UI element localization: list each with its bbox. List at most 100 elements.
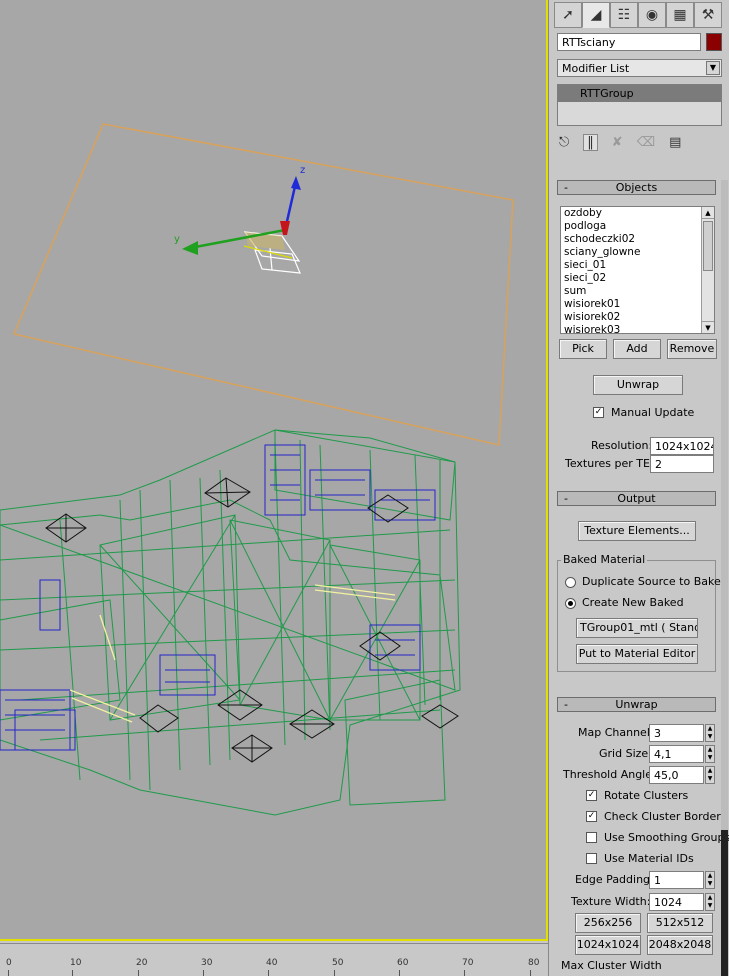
collapse-icon: - [564, 698, 568, 711]
threshold-angle-field[interactable]: 45,0 [649, 766, 704, 784]
threshold-angle-spinner[interactable]: ▲ ▼ [705, 766, 715, 784]
objects-list[interactable]: ozdoby podloga schodeczki02 sciany_glown… [560, 206, 715, 334]
timeline-tick-label: 10 [70, 958, 82, 968]
textures-per-te-field[interactable]: 2 [650, 455, 714, 473]
resolution-field[interactable]: 1024x1024 [650, 437, 714, 455]
y-axis-label: y [174, 234, 180, 245]
size-256-button[interactable]: 256x256 [575, 913, 641, 933]
collapse-icon: - [564, 181, 568, 194]
stack-toolbar: ⎋ ‖ ✘ ⌫ ▤ [559, 131, 719, 153]
collapse-icon: - [564, 492, 568, 505]
object-color-swatch[interactable] [706, 33, 722, 51]
create-new-baked-label: Create New Baked [582, 596, 684, 609]
texture-width-field[interactable]: 1024 [649, 893, 704, 911]
output-title: Output [617, 492, 656, 505]
objects-rollout-header[interactable]: - Objects [557, 180, 716, 195]
create-icon[interactable]: ➚ [554, 2, 582, 28]
resolution-label: Resolution: [591, 439, 653, 452]
configure-sets-icon[interactable]: ▤ [669, 135, 681, 150]
texture-width-spinner[interactable]: ▲ ▼ [705, 893, 715, 911]
modifier-stack: RTTGroup [557, 84, 722, 126]
edge-padding-spinner[interactable]: ▲ ▼ [705, 871, 715, 889]
grid-size-spinner[interactable]: ▲ ▼ [705, 745, 715, 763]
scroll-down-icon[interactable]: ▼ [702, 321, 714, 333]
use-smoothing-groups-checkbox[interactable] [586, 832, 597, 843]
list-item[interactable]: ozdoby [561, 207, 714, 220]
rotate-clusters-checkbox[interactable]: ✓ [586, 790, 597, 801]
texture-elements-button[interactable]: Texture Elements... [578, 521, 696, 541]
pick-button[interactable]: Pick [559, 339, 607, 359]
display-icon[interactable]: ▦ [666, 2, 694, 28]
command-panel: ➚ ◢ ☷ ◉ ▦ ⚒ RTTsciany Modifier List ▼ RT… [548, 0, 729, 976]
scrollbar-thumb[interactable] [703, 221, 713, 271]
texture-width-label: Texture Width: [571, 895, 651, 908]
timeline-ruler[interactable]: 0 10 20 30 40 50 60 70 80 [0, 943, 548, 976]
make-unique-icon[interactable]: ✘ [612, 135, 623, 150]
panel-scrollbar[interactable] [721, 180, 728, 976]
timeline-tick [334, 970, 335, 976]
remove-modifier-icon[interactable]: ⌫ [637, 135, 655, 150]
list-item[interactable]: sieci_01 [561, 259, 714, 272]
panel-scrollbar-thumb[interactable] [721, 830, 728, 976]
perspective-viewport[interactable]: z y [0, 0, 548, 941]
timeline-tick-label: 80 [528, 958, 540, 968]
building-wireframe [0, 429, 461, 816]
timeline-tick-label: 40 [266, 958, 278, 968]
show-end-result-icon[interactable]: ‖ [583, 133, 598, 151]
grid-size-label: Grid Size: [599, 747, 652, 760]
list-item[interactable]: podloga [561, 220, 714, 233]
objects-title: Objects [615, 181, 658, 194]
use-material-ids-checkbox[interactable] [586, 853, 597, 864]
manual-update-checkbox[interactable]: ✓ [593, 407, 604, 418]
check-cluster-border-label: Check Cluster Border [604, 810, 721, 823]
map-channel-field[interactable]: 3 [649, 724, 704, 742]
list-item[interactable]: wisiorek01 [561, 298, 714, 311]
rtt-plane-outline [12, 123, 514, 446]
list-item[interactable]: wisiorek02 [561, 311, 714, 324]
viewport-scene[interactable]: z y [0, 0, 548, 941]
timeline-tick [138, 970, 139, 976]
edge-padding-field[interactable]: 1 [649, 871, 704, 889]
list-item[interactable]: sum [561, 285, 714, 298]
hierarchy-icon[interactable]: ☷ [610, 2, 638, 28]
size-1024-button[interactable]: 1024x1024 [575, 935, 641, 955]
list-item[interactable]: schodeczki02 [561, 233, 714, 246]
list-item[interactable]: sciany_glowne [561, 246, 714, 259]
check-cluster-border-checkbox[interactable]: ✓ [586, 811, 597, 822]
remove-button[interactable]: Remove [667, 339, 717, 359]
unwrap-button[interactable]: Unwrap [593, 375, 683, 395]
put-to-material-editor-button[interactable]: Put to Material Editor [576, 644, 698, 664]
timeline-tick-label: 30 [201, 958, 213, 968]
utilities-icon[interactable]: ⚒ [694, 2, 722, 28]
z-axis-label: z [300, 165, 305, 176]
add-button[interactable]: Add [613, 339, 661, 359]
timeline-tick [530, 970, 531, 976]
timeline-tick [72, 970, 73, 976]
timeline-tick [399, 970, 400, 976]
object-name-field[interactable]: RTTsciany [557, 33, 701, 51]
timeline-tick [464, 970, 465, 976]
list-item[interactable]: sieci_02 [561, 272, 714, 285]
stack-item-rttgroup[interactable]: RTTGroup [558, 85, 721, 102]
threshold-angle-label: Threshold Angle: [563, 768, 656, 781]
objects-list-scrollbar[interactable]: ▲ ▼ [701, 207, 714, 333]
baked-material-button[interactable]: TGroup01_mtl ( Standa [576, 618, 698, 638]
output-rollout-header[interactable]: - Output [557, 491, 716, 506]
grid-size-field[interactable]: 4,1 [649, 745, 704, 763]
pin-stack-icon[interactable]: ⎋ [559, 135, 569, 150]
duplicate-source-label: Duplicate Source to Baked [582, 575, 728, 588]
scroll-up-icon[interactable]: ▲ [702, 207, 714, 219]
map-channel-spinner[interactable]: ▲ ▼ [705, 724, 715, 742]
modify-icon[interactable]: ◢ [582, 2, 610, 28]
textures-per-te-label: Textures per TE: [565, 457, 654, 470]
size-512-button[interactable]: 512x512 [647, 913, 713, 933]
modifier-list-dropdown[interactable]: Modifier List ▼ [557, 59, 722, 77]
duplicate-source-radio[interactable] [565, 577, 576, 588]
motion-icon[interactable]: ◉ [638, 2, 666, 28]
list-item[interactable]: wisiorek03 [561, 324, 714, 333]
unwrap-rollout-header[interactable]: - Unwrap [557, 697, 716, 712]
create-new-baked-radio[interactable] [565, 598, 576, 609]
modifier-list-label: Modifier List [562, 62, 630, 75]
map-channel-label: Map Channel: [578, 726, 654, 739]
size-2048-button[interactable]: 2048x2048 [647, 935, 713, 955]
